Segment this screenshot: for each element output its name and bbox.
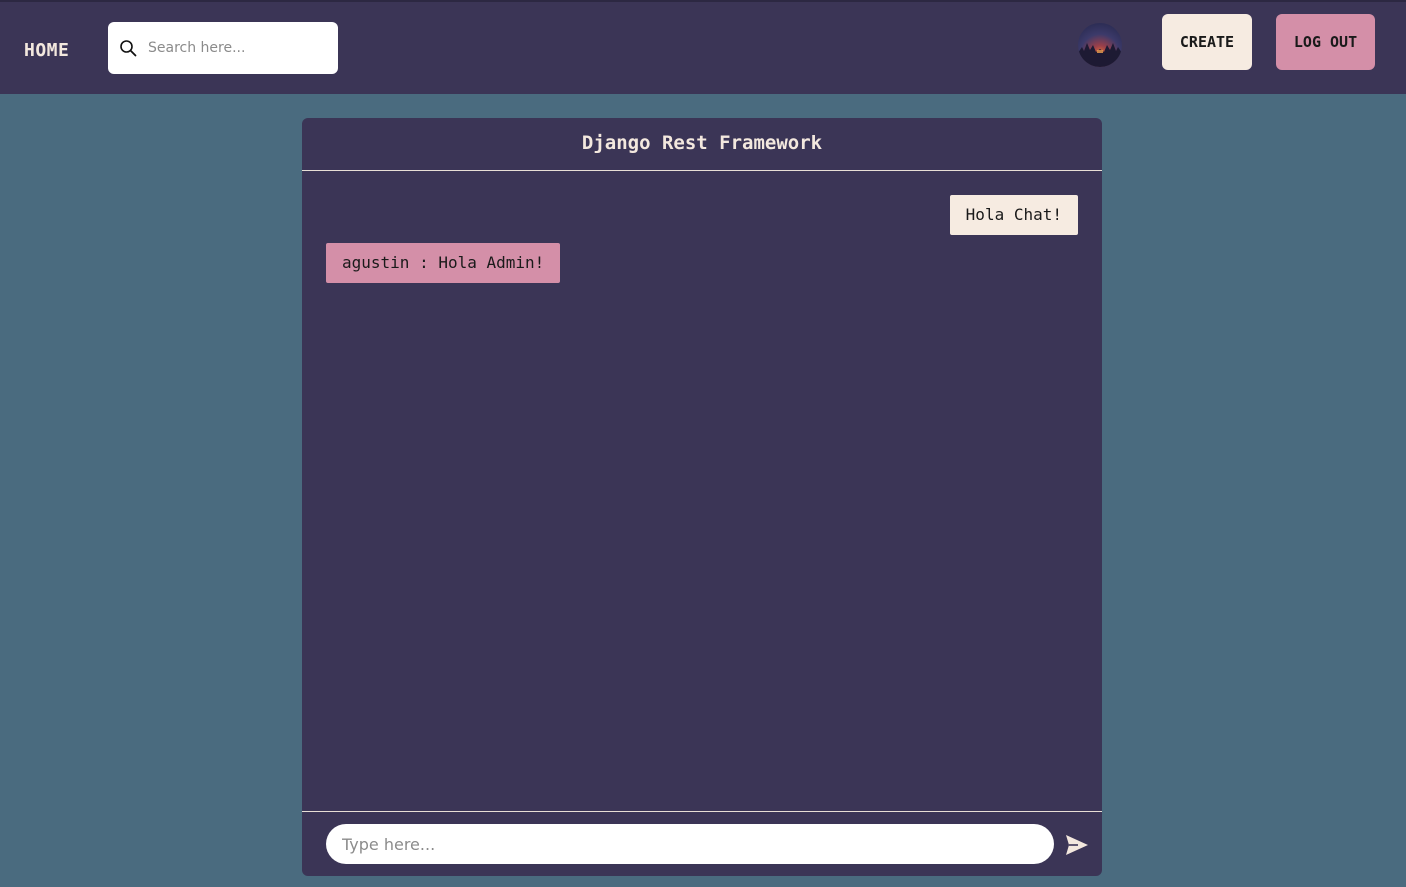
home-link[interactable]: HOME [24, 40, 69, 61]
search-icon [120, 40, 137, 57]
create-button[interactable]: CREATE [1162, 14, 1252, 70]
navbar: HOME CREATE LOG OUT [0, 0, 1406, 94]
chat-title: Django Rest Framework [302, 118, 1102, 171]
message-incoming: agustin : Hola Admin! [326, 243, 561, 283]
logout-button[interactable]: LOG OUT [1276, 14, 1375, 70]
send-icon [1066, 835, 1088, 855]
avatar-sunset-image [1078, 43, 1122, 67]
avatar[interactable] [1078, 23, 1122, 67]
chat-input-bar [302, 811, 1102, 876]
send-button[interactable] [1064, 832, 1090, 858]
search-box[interactable] [108, 22, 338, 74]
chat-panel: Django Rest Framework Hola Chat! agustin… [302, 118, 1102, 876]
search-input[interactable] [148, 22, 332, 74]
message-outgoing: Hola Chat! [949, 195, 1078, 235]
message-input[interactable] [326, 824, 1054, 864]
